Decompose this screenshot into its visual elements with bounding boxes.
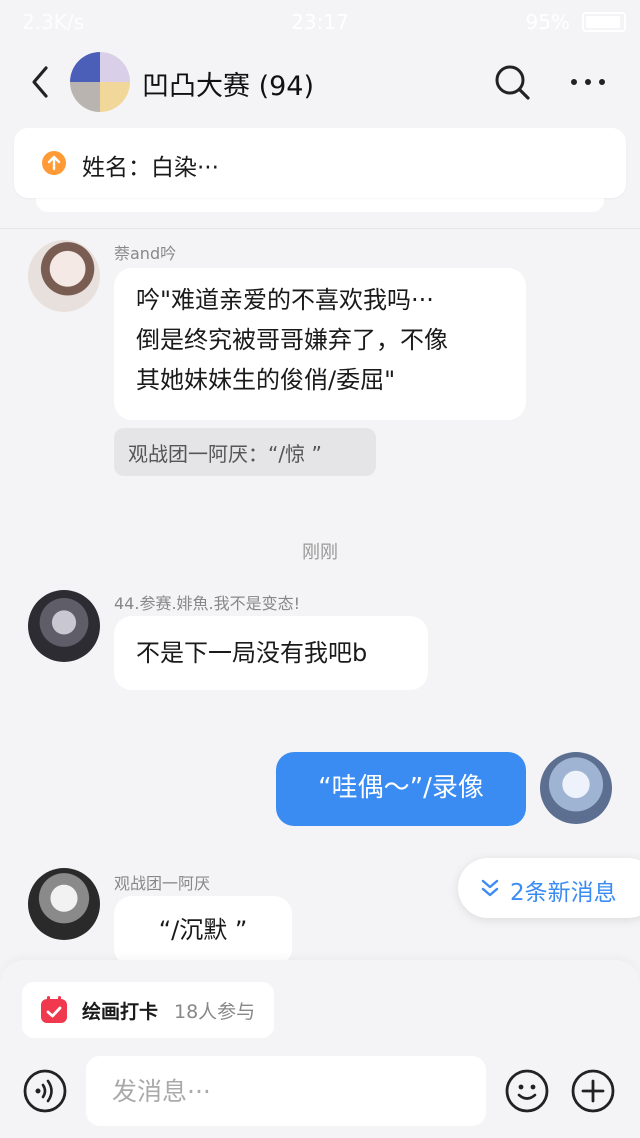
quoted-reply[interactable]: 观战团一阿厌：“/惊 ” [114, 428, 376, 476]
status-bar: 2.3K/s 23:17 95% [0, 0, 640, 44]
group-title[interactable]: 凹凸大赛 (94) [142, 64, 314, 103]
message-line: 吟"难道亲爱的不喜欢我吗··· [136, 286, 434, 314]
message-input[interactable] [86, 1056, 486, 1126]
new-messages-button[interactable]: 2条新消息 [458, 858, 640, 918]
chevron-down-double-icon [481, 879, 499, 897]
battery-text: 95% [525, 10, 570, 34]
checkin-chip[interactable]: 绘画打卡 18人参与 [22, 982, 274, 1038]
checkin-title: 绘画打卡 [82, 1001, 159, 1023]
message-line: 其她妹妹生的俊俏/委屈" [136, 366, 396, 394]
more-dots-icon [571, 79, 605, 85]
plus-button[interactable] [570, 1068, 616, 1114]
upload-arrow-icon [42, 151, 66, 175]
my-avatar[interactable] [540, 752, 612, 824]
more-button[interactable] [566, 62, 610, 102]
message-bubble[interactable]: 吟"难道亲爱的不喜欢我吗··· 倒是终究被哥哥嫌弃了，不像 其她妹妹生的俊俏/委… [114, 268, 526, 420]
quoted-text: 观战团一阿厌：“/惊 ” [128, 442, 322, 466]
timestamp: 刚刚 [302, 542, 338, 563]
search-icon [495, 65, 530, 100]
emoji-icon [505, 1069, 549, 1113]
new-messages-label: 2条新消息 [510, 880, 617, 906]
message-line: 倒是终究被哥哥嫌弃了，不像 [136, 326, 448, 354]
message-text: “哇偶～”/录像 [318, 773, 484, 803]
pinned-notice[interactable]: 姓名：白染··· [14, 128, 626, 198]
voice-button[interactable] [22, 1068, 68, 1114]
back-arrow-icon [32, 66, 48, 98]
back-button[interactable] [22, 62, 62, 102]
plus-icon [571, 1069, 615, 1113]
sender-name: 观战团一阿厌 [114, 874, 211, 893]
voice-icon [23, 1069, 67, 1113]
search-button[interactable] [492, 62, 532, 102]
avatar[interactable] [28, 868, 100, 940]
divider [0, 228, 640, 229]
avatar[interactable] [28, 240, 100, 312]
chat-header: 凹凸大赛 (94) [0, 44, 640, 120]
calendar-icon [41, 996, 67, 1023]
sender-name: 萘and吟 [114, 244, 177, 263]
status-icons: 95% [526, 10, 626, 34]
battery-icon [582, 12, 626, 32]
my-message-bubble[interactable]: “哇偶～”/录像 [276, 752, 526, 826]
emoji-button[interactable] [504, 1068, 550, 1114]
message-text: 不是下一局没有我吧b [136, 639, 368, 667]
avatar[interactable] [28, 590, 100, 662]
sender-name: 44.参赛.婔魚.我不是变态! [114, 594, 301, 613]
group-avatar[interactable] [70, 52, 130, 112]
message-bubble[interactable]: 不是下一局没有我吧b [114, 616, 428, 690]
message-bubble[interactable]: “/沉默 ” [114, 896, 292, 966]
message-text: “/沉默 ” [158, 916, 248, 944]
notice-text: 姓名：白染··· [82, 155, 219, 181]
checkin-count: 18人参与 [174, 1001, 256, 1023]
